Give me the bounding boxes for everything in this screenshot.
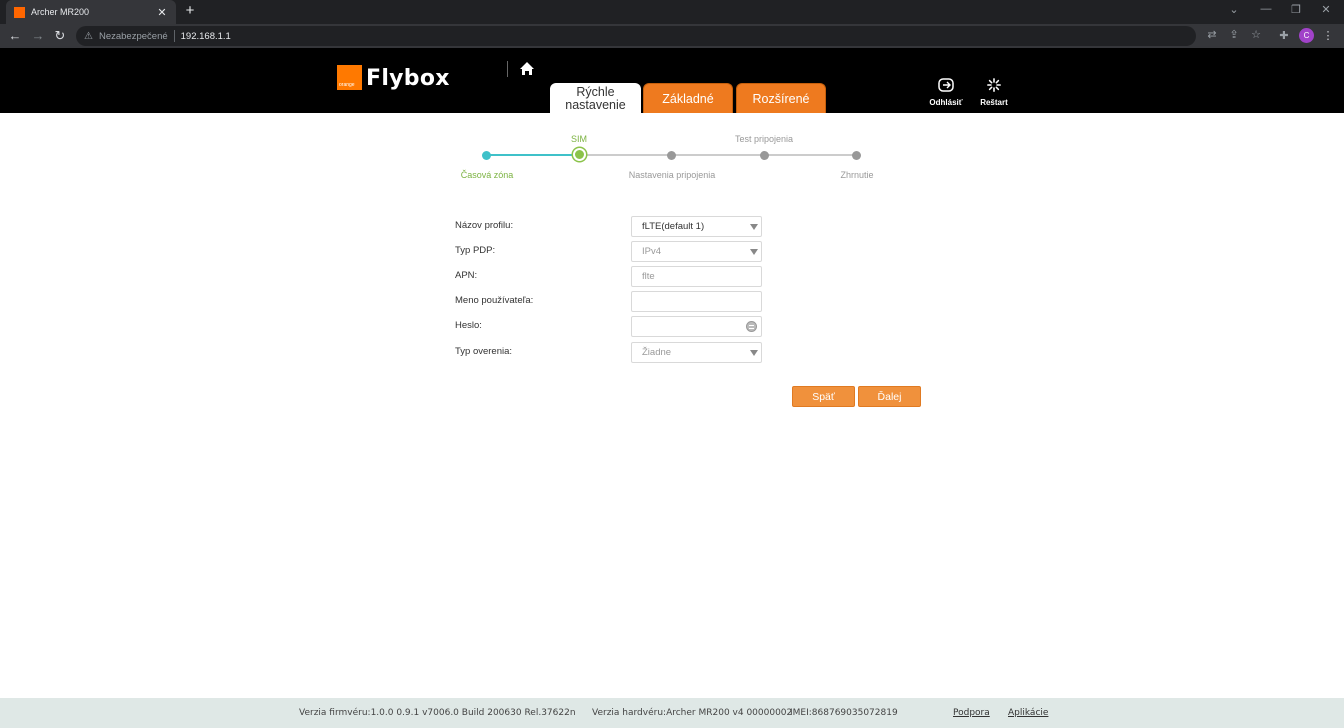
forward-icon[interactable]: → bbox=[30, 28, 46, 44]
username-row: Meno používateľa: bbox=[455, 291, 765, 313]
profile-avatar[interactable]: C bbox=[1299, 28, 1314, 43]
auth-type-label: Typ overenia: bbox=[455, 346, 513, 357]
orange-logo: orange bbox=[337, 65, 362, 90]
step-dot-timezone bbox=[482, 151, 491, 160]
translate-icon[interactable]: ⇄ bbox=[1204, 28, 1220, 41]
warning-icon[interactable]: ⚠ bbox=[84, 31, 93, 42]
back-button[interactable]: Späť bbox=[792, 386, 855, 407]
url-text[interactable]: 192.168.1.1 bbox=[181, 31, 231, 42]
step-dot-connection-test bbox=[760, 151, 769, 160]
auth-type-value: Žiadne bbox=[642, 347, 672, 358]
imei: IMEI:868769035072819 bbox=[790, 708, 898, 718]
profile-name-row: Názov profilu: fLTE(default 1) bbox=[455, 216, 765, 238]
support-link[interactable]: Podpora bbox=[953, 708, 990, 718]
tab-basic[interactable]: Základné bbox=[643, 83, 733, 113]
logout-label: Odhlásiť bbox=[929, 98, 963, 107]
favicon-icon bbox=[14, 6, 25, 18]
logo-text: orange bbox=[339, 82, 355, 88]
browser-toolbar: ← → ↻ ⚠ Nezabezpečené 192.168.1.1 ⇄ ⇪ ☆ … bbox=[0, 24, 1344, 48]
show-password-icon[interactable] bbox=[746, 321, 757, 332]
step-dot-sim bbox=[573, 148, 586, 161]
step-label-connection-test: Test pripojenia bbox=[734, 134, 794, 144]
apn-input[interactable]: flte bbox=[631, 266, 762, 287]
apn-label: APN: bbox=[455, 270, 478, 281]
omnibox-divider bbox=[173, 30, 175, 42]
tab-close-icon[interactable]: ✕ bbox=[156, 6, 168, 19]
browser-tab[interactable]: Archer MR200 ✕ bbox=[6, 0, 176, 24]
password-row: Heslo: bbox=[455, 316, 765, 338]
tab-title: Archer MR200 bbox=[31, 7, 90, 17]
logout-icon bbox=[938, 78, 954, 92]
auth-type-select[interactable]: Žiadne bbox=[631, 342, 762, 363]
extensions-icon[interactable]: ✚ bbox=[1277, 29, 1291, 42]
router-header: orange Flybox Rýchle nastavenie Základné… bbox=[0, 48, 1344, 113]
password-label: Heslo: bbox=[455, 320, 482, 331]
browser-tab-strip: Archer MR200 ✕ + ⌄ — ❐ ✕ bbox=[0, 0, 1344, 24]
share-icon[interactable]: ⇪ bbox=[1226, 28, 1242, 41]
stepper-track-done bbox=[487, 154, 579, 156]
chevron-down-icon bbox=[750, 224, 758, 230]
browser-menu-icon[interactable]: ⋮ bbox=[1322, 29, 1334, 42]
step-label-connection-settings: Nastavenia pripojenia bbox=[628, 170, 716, 180]
auth-type-row: Typ overenia: Žiadne bbox=[455, 342, 765, 364]
step-label-summary: Zhrnutie bbox=[840, 170, 874, 180]
firmware-version: Verzia firmvéru:1.0.0 0.9.1 v7006.0 Buil… bbox=[299, 708, 576, 718]
pdp-type-row: Typ PDP: IPv4 bbox=[455, 241, 765, 263]
username-input[interactable] bbox=[631, 291, 762, 312]
profile-name-label: Názov profilu: bbox=[455, 220, 514, 231]
password-input[interactable] bbox=[631, 316, 762, 337]
restart-label: Reštart bbox=[980, 98, 1008, 107]
reload-icon[interactable]: ↻ bbox=[52, 28, 68, 44]
step-dot-summary bbox=[852, 151, 861, 160]
new-tab-button[interactable]: + bbox=[182, 3, 198, 19]
restore-icon[interactable]: ❐ bbox=[1286, 3, 1306, 16]
restart-button[interactable]: Reštart bbox=[974, 78, 1014, 107]
tab-search-icon[interactable]: ⌄ bbox=[1224, 3, 1244, 16]
home-icon[interactable] bbox=[519, 61, 535, 77]
pdp-type-select[interactable]: IPv4 bbox=[631, 241, 762, 262]
step-label-timezone: Časová zóna bbox=[460, 170, 514, 180]
tab-quick-setup[interactable]: Rýchle nastavenie bbox=[550, 83, 641, 113]
apn-value: flte bbox=[642, 271, 655, 282]
profile-name-value: fLTE(default 1) bbox=[642, 221, 705, 232]
chevron-down-icon bbox=[750, 249, 758, 255]
back-icon[interactable]: ← bbox=[7, 28, 23, 44]
pdp-type-value: IPv4 bbox=[642, 246, 662, 257]
header-divider bbox=[507, 61, 508, 77]
tab-advanced[interactable]: Rozšírené bbox=[736, 83, 826, 113]
close-window-icon[interactable]: ✕ bbox=[1316, 3, 1336, 16]
setup-stepper: Časová zóna SIM Nastavenia pripojenia Te… bbox=[440, 130, 900, 190]
logout-button[interactable]: Odhlásiť bbox=[926, 78, 966, 107]
tab-quick-setup-line2: nastavenie bbox=[565, 98, 626, 112]
apn-row: APN: flte bbox=[455, 266, 765, 288]
stepper-track-pending bbox=[579, 154, 857, 156]
step-label-sim: SIM bbox=[570, 134, 588, 144]
brand-name: Flybox bbox=[366, 66, 450, 91]
step-dot-connection-settings bbox=[667, 151, 676, 160]
restart-icon bbox=[987, 78, 1001, 92]
profile-name-select[interactable]: fLTE(default 1) bbox=[631, 216, 762, 237]
apps-link[interactable]: Aplikácie bbox=[1008, 708, 1048, 718]
hardware-version: Verzia hardvéru:Archer MR200 v4 00000002 bbox=[592, 708, 793, 718]
next-button[interactable]: Ďalej bbox=[858, 386, 921, 407]
minimize-icon[interactable]: — bbox=[1256, 3, 1276, 15]
pdp-type-label: Typ PDP: bbox=[455, 245, 496, 256]
address-bar[interactable]: ⚠ Nezabezpečené 192.168.1.1 bbox=[76, 26, 1196, 46]
bookmark-star-icon[interactable]: ☆ bbox=[1248, 28, 1264, 41]
security-label[interactable]: Nezabezpečené bbox=[99, 31, 168, 42]
chevron-down-icon bbox=[750, 350, 758, 356]
page-footer: Verzia firmvéru:1.0.0 0.9.1 v7006.0 Buil… bbox=[0, 698, 1344, 728]
username-label: Meno používateľa: bbox=[455, 295, 534, 306]
